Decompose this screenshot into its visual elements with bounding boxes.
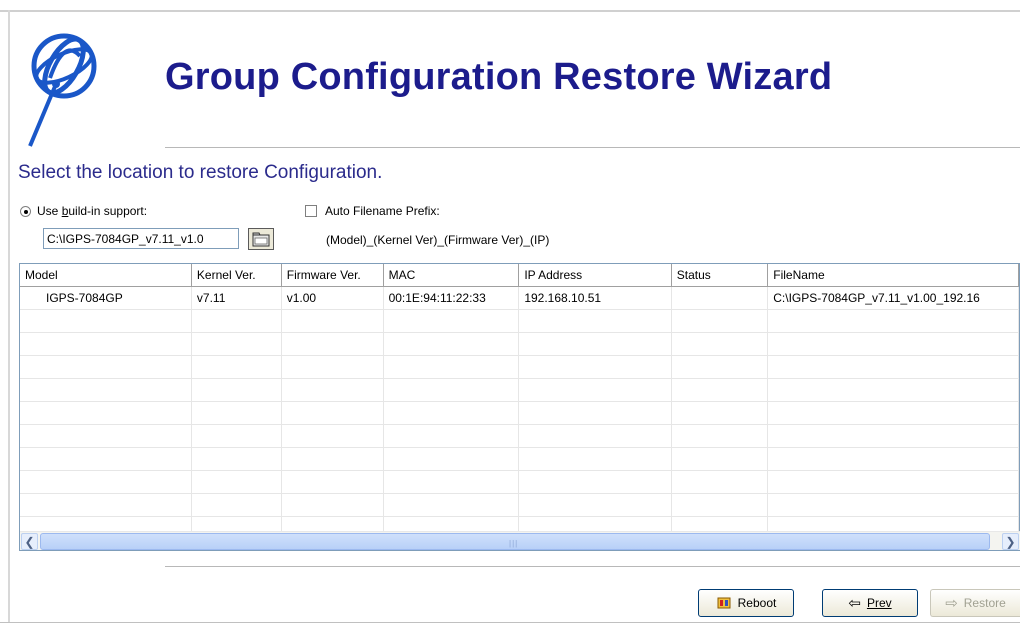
reboot-label: Reboot: [737, 596, 777, 610]
use-builtin-label: Use build-in support:: [37, 204, 148, 218]
radio-selected-icon[interactable]: [20, 205, 31, 217]
arrow-left-icon: ⇦: [848, 594, 861, 612]
column-header-kernel[interactable]: Kernel Ver.: [191, 264, 282, 287]
reboot-button[interactable]: Reboot: [698, 589, 794, 617]
cell-firmware: v1.00: [281, 286, 384, 310]
use-builtin-radio[interactable]: Use build-in support:: [20, 204, 147, 218]
table-row-empty: [20, 378, 1019, 402]
top-border: [0, 10, 1020, 12]
table-row[interactable]: IGPS-7084GP v7.11 v1.00 00:1E:94:11:22:3…: [20, 286, 1019, 310]
cell-mac: 00:1E:94:11:22:33: [383, 286, 520, 310]
device-table-body: Model Kernel Ver. Firmware Ver. MAC IP A…: [20, 264, 1019, 540]
auto-prefix-checkbox[interactable]: Auto Filename Prefix:: [305, 204, 440, 218]
page-title: Group Configuration Restore Wizard: [165, 56, 833, 98]
column-header-mac[interactable]: MAC: [383, 264, 520, 287]
column-header-firmware[interactable]: Firmware Ver.: [281, 264, 384, 287]
title-divider-highlight: [165, 148, 1020, 149]
instruction-text: Select the location to restore Configura…: [18, 162, 383, 183]
satellite-logo-icon: [28, 33, 97, 147]
prefix-format-text: (Model)_(Kernel Ver)_(Firmware Ver)_(IP): [326, 233, 550, 247]
scrollbar-thumb[interactable]: |||: [40, 533, 990, 550]
scroll-right-icon[interactable]: ❯: [1002, 533, 1019, 550]
table-row-empty: [20, 355, 1019, 379]
column-header-model[interactable]: Model: [20, 264, 192, 287]
grip-icon: |||: [509, 539, 519, 548]
folder-browse-icon: [252, 232, 270, 247]
cell-status: [671, 286, 769, 310]
browse-button[interactable]: [248, 228, 274, 250]
bottom-border: [0, 622, 1020, 623]
restore-label: Restore: [963, 596, 1006, 610]
auto-prefix-label: Auto Filename Prefix:: [325, 204, 440, 218]
horizontal-scrollbar[interactable]: ❮ ||| ❯: [20, 531, 1020, 550]
reboot-icon: [717, 597, 731, 609]
cell-filename: C:\IGPS-7084GP_v7.11_v1.00_192.16: [767, 286, 1019, 310]
prev-button[interactable]: ⇦ Prev: [822, 589, 918, 617]
path-input[interactable]: C:\IGPS-7084GP_v7.11_v1.0: [43, 228, 239, 249]
table-row-empty: [20, 401, 1019, 425]
cell-ip: 192.168.10.51: [518, 286, 672, 310]
restore-button[interactable]: ⇨ Restore: [930, 589, 1020, 617]
arrow-right-icon: ⇨: [945, 594, 958, 612]
table-row-empty: [20, 470, 1019, 494]
left-border: [8, 10, 10, 622]
column-header-ip[interactable]: IP Address: [518, 264, 672, 287]
table-row-empty: [20, 447, 1019, 471]
column-header-status[interactable]: Status: [671, 264, 769, 287]
table-row-empty: [20, 309, 1019, 333]
table-row-empty: [20, 493, 1019, 517]
table-header-row: Model Kernel Ver. Firmware Ver. MAC IP A…: [20, 264, 1019, 287]
column-header-filename[interactable]: FileName: [767, 264, 1019, 287]
table-row-empty: [20, 424, 1019, 448]
table-row-empty: [20, 332, 1019, 356]
cell-model: IGPS-7084GP: [20, 286, 192, 310]
checkbox-unchecked-icon[interactable]: [305, 205, 317, 217]
device-table: Model Kernel Ver. Firmware Ver. MAC IP A…: [19, 263, 1020, 551]
scroll-left-icon[interactable]: ❮: [21, 533, 38, 550]
cell-kernel: v7.11: [191, 286, 282, 310]
footer-divider-highlight: [165, 567, 1020, 568]
prev-label: Prev: [866, 596, 892, 610]
